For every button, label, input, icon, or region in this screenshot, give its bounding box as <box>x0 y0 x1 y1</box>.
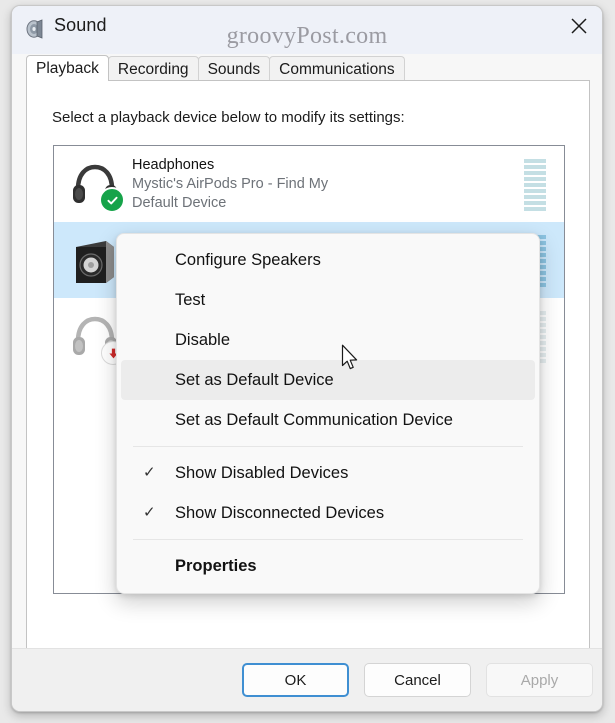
ok-button[interactable]: OK <box>242 663 349 697</box>
device-text-block: Headphones Mystic's AirPods Pro - Find M… <box>132 156 564 213</box>
menu-item-configure-speakers[interactable]: Configure Speakers <box>121 240 535 280</box>
tab-strip: Playback Recording Sounds Communications <box>26 55 590 81</box>
screen: Sound groovyPost.com Playback Recording … <box>0 0 615 723</box>
tab-communications[interactable]: Communications <box>269 56 405 81</box>
tab-playback[interactable]: Playback <box>26 55 109 81</box>
green-check-badge <box>99 187 125 213</box>
device-description: Mystic's AirPods Pro - Find My <box>132 175 329 192</box>
menu-item-properties[interactable]: Properties <box>121 546 535 586</box>
speaker-icon <box>24 18 46 40</box>
menu-item-test[interactable]: Test <box>121 280 535 320</box>
menu-separator <box>133 539 523 540</box>
window-title: Sound <box>54 15 107 35</box>
volume-meter <box>524 159 546 211</box>
menu-item-set-as-default-device[interactable]: Set as Default Device <box>121 360 535 400</box>
device-context-menu: Configure Speakers Test Disable Set as D… <box>116 233 540 594</box>
tab-sounds[interactable]: Sounds <box>197 56 271 81</box>
check-icon: ✓ <box>143 464 156 481</box>
title-bar: Sound groovyPost.com <box>12 6 602 54</box>
apply-button: Apply <box>486 663 593 697</box>
menu-separator <box>133 446 523 447</box>
cancel-button[interactable]: Cancel <box>364 663 471 697</box>
menu-item-disable[interactable]: Disable <box>121 320 535 360</box>
device-name: Headphones <box>132 156 215 173</box>
menu-item-show-disabled-devices[interactable]: ✓ Show Disabled Devices <box>121 453 535 493</box>
menu-item-label: Show Disabled Devices <box>175 464 349 482</box>
device-status: Default Device <box>132 194 227 211</box>
headphones-icon <box>66 155 125 213</box>
tab-recording[interactable]: Recording <box>107 56 199 81</box>
dialog-footer: OK Cancel Apply <box>12 648 602 711</box>
check-icon: ✓ <box>143 504 156 521</box>
instruction-label: Select a playback device below to modify… <box>52 109 405 126</box>
menu-item-set-as-default-communication-device[interactable]: Set as Default Communication Device <box>121 400 535 440</box>
menu-item-label: Show Disconnected Devices <box>175 504 385 522</box>
close-icon[interactable] <box>556 6 602 46</box>
menu-item-show-disconnected-devices[interactable]: ✓ Show Disconnected Devices <box>121 493 535 533</box>
device-list-item-headphones-default[interactable]: Headphones Mystic's AirPods Pro - Find M… <box>54 146 564 222</box>
